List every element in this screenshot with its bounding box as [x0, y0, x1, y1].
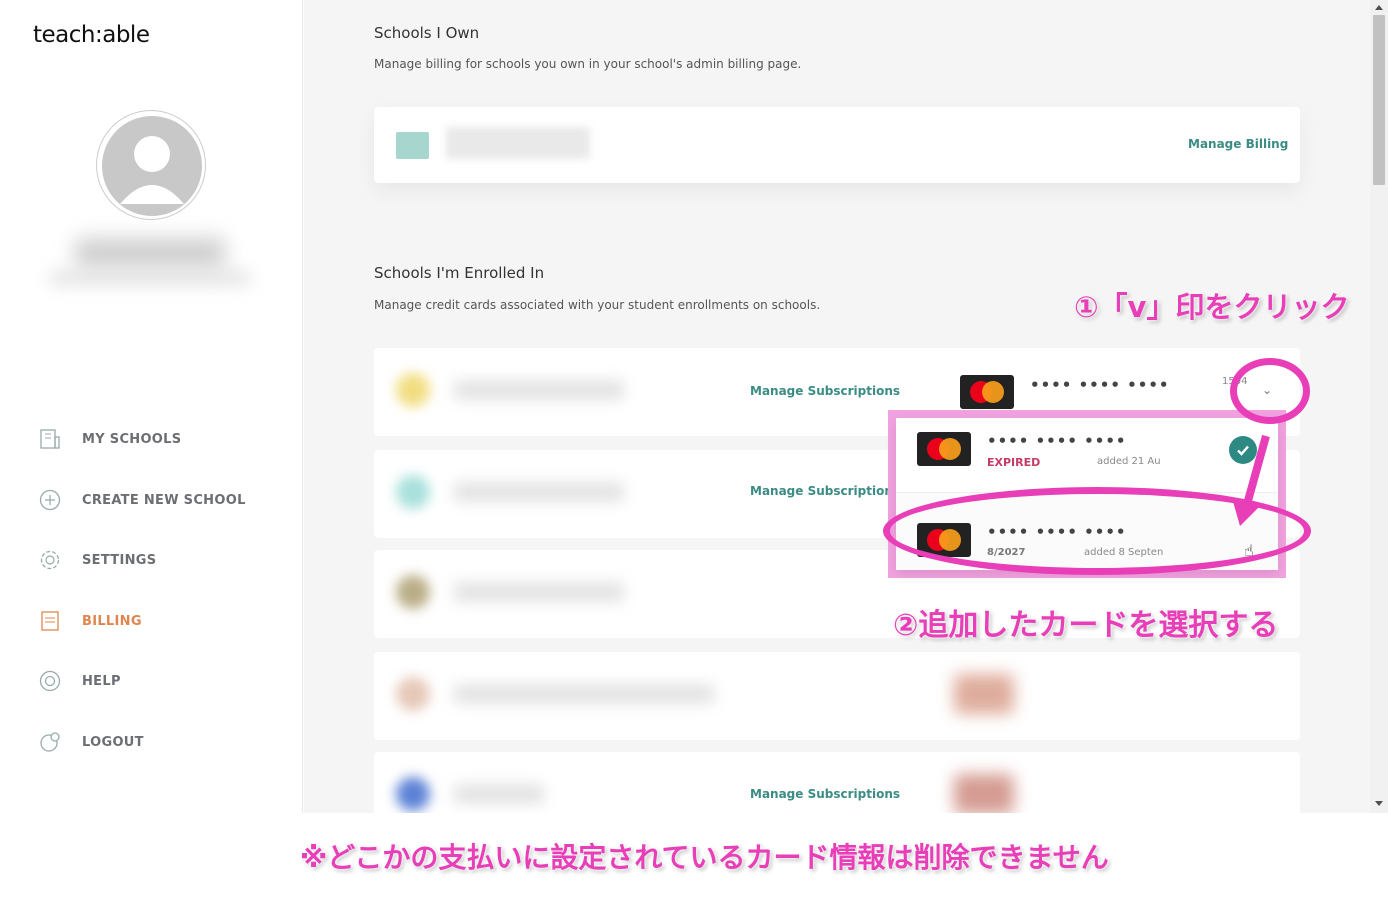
gear-icon: [38, 548, 62, 572]
schools-owned-description: Manage billing for schools you own in yo…: [374, 57, 802, 71]
sidebar-item-billing[interactable]: BILLING: [38, 606, 142, 636]
sidebar-item-label: CREATE NEW SCHOOL: [82, 492, 246, 508]
owned-school-card: Manage Billing: [374, 107, 1300, 183]
card-added-date: added 21 Au: [1097, 456, 1161, 467]
card-blurred: [954, 774, 1014, 813]
scroll-down-arrow-icon[interactable]: [1375, 801, 1383, 806]
school-name-blurred: [454, 684, 714, 704]
manage-subscriptions-link[interactable]: Manage Subscriptions: [750, 384, 900, 398]
enrollment-row: [374, 652, 1300, 740]
card-option[interactable]: •••• •••• •••• EXPIRED added 21 Au: [896, 418, 1278, 492]
school-thumbnail: [396, 132, 429, 159]
sidebar-item-label: BILLING: [82, 613, 142, 629]
school-name-blurred: [454, 582, 624, 602]
school-logo-blurred: [396, 777, 430, 811]
avatar[interactable]: [96, 110, 206, 220]
schools-enrolled-description: Manage credit cards associated with your…: [374, 298, 821, 312]
sidebar-item-label: SETTINGS: [82, 552, 157, 568]
app-window: teach:able MY SCHOOLS CREATE NEW SCHOOL …: [0, 0, 1388, 903]
scrollbar[interactable]: [1370, 0, 1388, 813]
receipt-icon: [38, 609, 62, 633]
school-name-blurred: [454, 380, 624, 400]
enrollment-row: Manage Subscriptions: [374, 752, 1300, 813]
school-name-blurred: [454, 482, 624, 502]
annotation-note: ※どこかの支払いに設定されているカード情報は削除できません: [300, 841, 1109, 874]
card-status: EXPIRED: [987, 456, 1041, 469]
sidebar-item-label: HELP: [82, 673, 121, 689]
sidebar-item-logout[interactable]: LOGOUT: [38, 727, 144, 757]
sidebar-item-create-new-school[interactable]: CREATE NEW SCHOOL: [38, 485, 246, 515]
lifebuoy-icon: [38, 669, 62, 693]
scroll-up-arrow-icon[interactable]: [1375, 5, 1383, 10]
sidebar-item-help[interactable]: HELP: [38, 666, 121, 696]
school-name-blurred: [446, 127, 590, 159]
user-silhouette-icon: [102, 116, 202, 216]
schools-owned-title: Schools I Own: [374, 24, 480, 42]
annotation-step2: ②追加したカードを選択する: [893, 608, 1279, 643]
sidebar-item-settings[interactable]: SETTINGS: [38, 545, 156, 575]
main-content: Schools I Own Manage billing for schools…: [304, 0, 1370, 813]
card-number-masked: •••• •••• ••••: [987, 432, 1127, 450]
schools-enrolled-title: Schools I'm Enrolled In: [374, 264, 545, 282]
profile-name-blurred: [75, 238, 225, 268]
school-logo-blurred: [396, 575, 430, 609]
manage-subscriptions-link[interactable]: Manage Subscriptions: [750, 484, 900, 498]
teachable-logo[interactable]: teach:able: [33, 22, 150, 48]
sidebar: teach:able MY SCHOOLS CREATE NEW SCHOOL …: [0, 0, 303, 813]
sidebar-item-label: MY SCHOOLS: [82, 431, 182, 447]
sidebar-item-label: LOGOUT: [82, 734, 144, 750]
annotation-step1: ①「v」印をクリック: [1074, 290, 1350, 324]
school-logo-blurred: [396, 373, 430, 407]
card-number-masked: •••• •••• ••••: [1030, 376, 1170, 394]
scroll-thumb[interactable]: [1373, 15, 1385, 185]
annotation-circle: [1230, 358, 1310, 424]
school-logo-blurred: [396, 475, 430, 509]
school-name-blurred: [454, 784, 544, 804]
sidebar-item-my-schools[interactable]: MY SCHOOLS: [38, 424, 181, 454]
manage-subscriptions-link[interactable]: Manage Subscriptions: [750, 787, 900, 801]
building-icon: [38, 427, 62, 451]
plus-circle-icon: [38, 488, 62, 512]
school-logo-blurred: [396, 677, 430, 711]
card-blurred: [954, 674, 1014, 714]
mastercard-icon: [960, 375, 1014, 409]
annotation-arrow-icon: [1232, 434, 1270, 526]
logout-icon: [38, 730, 62, 754]
manage-billing-link[interactable]: Manage Billing: [1188, 137, 1288, 151]
mastercard-icon: [917, 432, 971, 466]
profile-email-blurred: [50, 270, 250, 286]
